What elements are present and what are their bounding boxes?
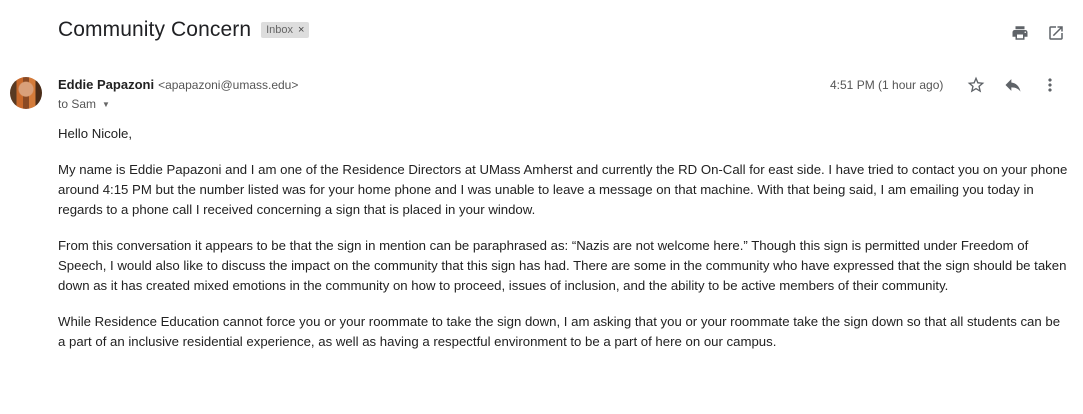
recipient-text: to Sam — [58, 97, 97, 111]
email-timestamp: 4:51 PM (1 hour ago) — [830, 78, 944, 92]
thread-toolbar — [1011, 24, 1065, 42]
email-body: Hello Nicole, My name is Eddie Papazoni … — [58, 124, 1068, 368]
chevron-down-icon: ▼ — [102, 99, 110, 109]
email-paragraph-3: While Residence Education cannot force y… — [58, 314, 1061, 349]
inbox-label-chip[interactable]: Inbox × — [261, 22, 310, 38]
subject-row: Community Concern Inbox × — [58, 18, 310, 42]
sender-avatar[interactable] — [10, 77, 42, 109]
inbox-label-text: Inbox — [266, 24, 294, 36]
email-paragraph-2: From this conversation it appears to be … — [58, 238, 1067, 293]
email-subject: Community Concern — [58, 18, 252, 41]
email-greeting: Hello Nicole, — [58, 126, 133, 141]
reply-icon[interactable] — [1003, 75, 1023, 95]
open-in-new-window-icon[interactable] — [1047, 24, 1065, 42]
recipient-details-toggle[interactable]: to Sam ▼ — [58, 97, 110, 111]
message-actions — [966, 75, 1060, 95]
sender-email: <apapazoni@umass.edu> — [158, 78, 299, 92]
sender-name[interactable]: Eddie Papazoni — [58, 77, 154, 92]
remove-label-button[interactable]: × — [298, 24, 304, 36]
sender-info: Eddie Papazoni <apapazoni@umass.edu> — [58, 77, 298, 92]
star-icon[interactable] — [966, 75, 986, 95]
more-vertical-icon[interactable] — [1040, 75, 1060, 95]
print-icon[interactable] — [1011, 24, 1029, 42]
email-paragraph-1: My name is Eddie Papazoni and I am one o… — [58, 162, 1068, 217]
